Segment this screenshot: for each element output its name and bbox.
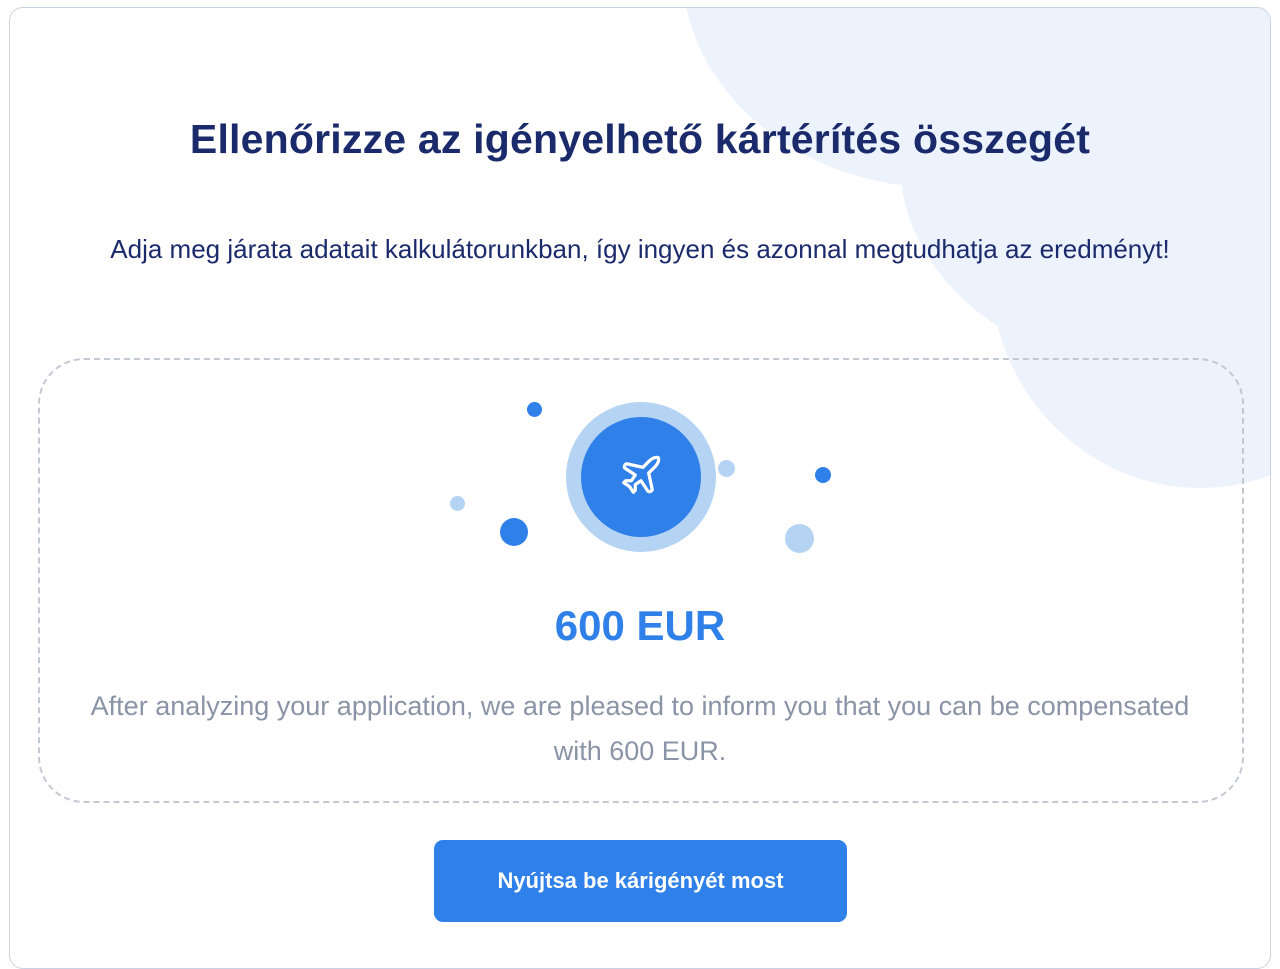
airplane-badge — [581, 417, 701, 537]
airplane-icon — [618, 452, 664, 503]
decorative-dot — [450, 496, 465, 511]
submit-claim-button[interactable]: Nyújtsa be kárigényét most — [434, 840, 847, 922]
decorative-dot — [718, 460, 735, 477]
page-title: Ellenőrizze az igényelhető kártérítés ös… — [189, 116, 1091, 162]
result-message: After analyzing your application, we are… — [90, 691, 1190, 766]
decorative-dot — [815, 467, 831, 483]
decorative-dot — [527, 402, 542, 417]
decorative-dot — [500, 518, 528, 546]
page-subtitle: Adja meg járata adatait kalkulátorunkban… — [110, 234, 1170, 264]
decorative-dot — [785, 524, 814, 553]
compensation-amount: 600 EUR — [554, 602, 726, 649]
compensation-card: Ellenőrizze az igényelhető kártérítés ös… — [9, 7, 1271, 969]
